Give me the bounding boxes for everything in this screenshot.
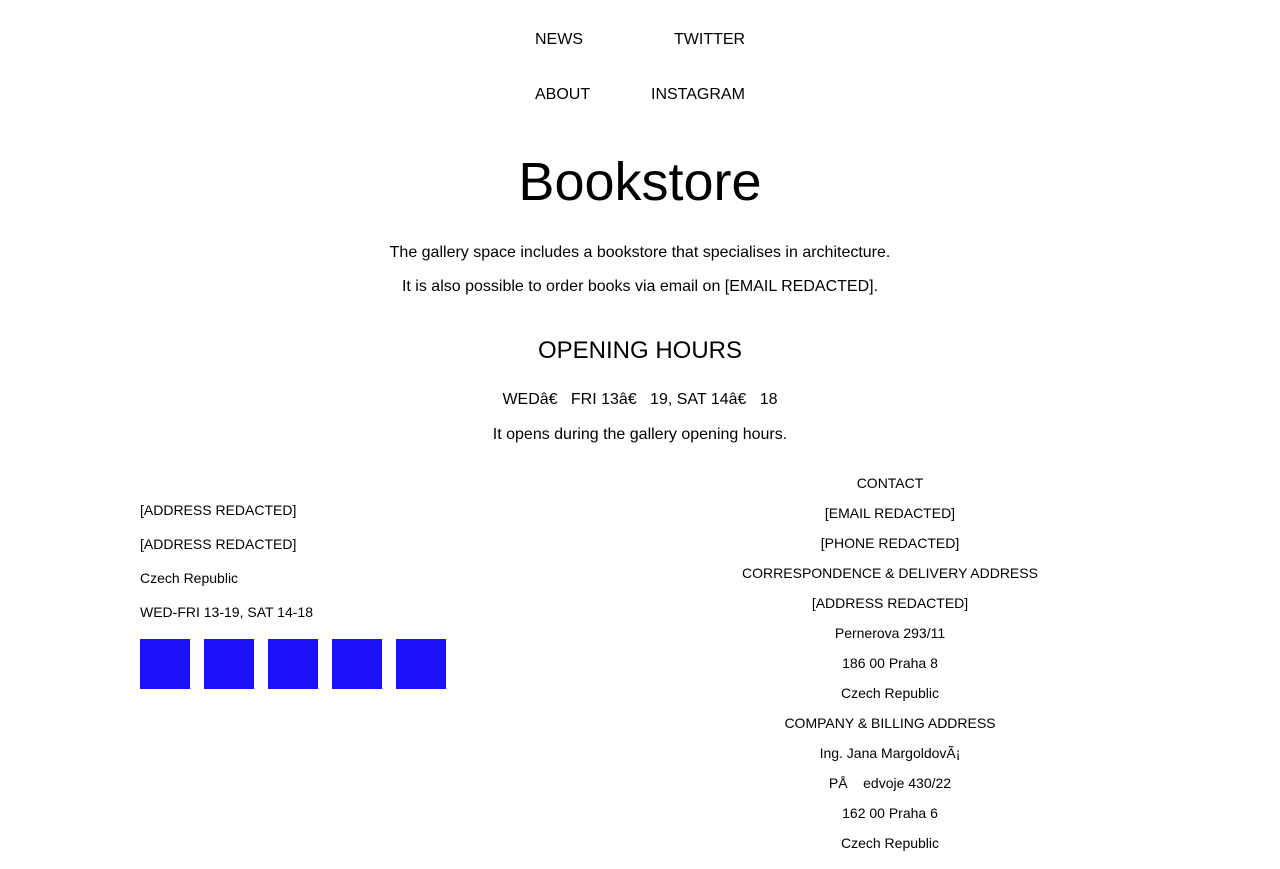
opening-hours-heading: OPENING HOURS [537,337,743,364]
correspondence-city: 186 00 Praha 8 [842,655,938,671]
footer-address-block: [ADDRESS REDACTED] [ADDRESS REDACTED] Cz… [140,502,540,689]
nav-about-link[interactable]: ABOUT [535,85,590,105]
billing-name: Ing. Jana MargoldovÃ¡ [819,745,961,761]
contact-phone[interactable]: [PHONE REDACTED] [640,534,1140,564]
footer-contact-block: CONTACT [EMAIL REDACTED] [PHONE REDACTED… [640,474,1140,864]
social-link-icon[interactable] [396,639,446,689]
correspondence-street: Pernerova 293/11 [834,625,946,641]
correspondence-label: CORRESPONDENCE & DELIVERY ADDRESS [742,565,1038,581]
social-link-icon[interactable] [332,639,382,689]
social-links [140,639,540,689]
opening-hours-note: It opens during the gallery opening hour… [492,426,788,443]
billing-city: 162 00 Praha 6 [842,805,938,821]
intro-text: The gallery space includes a bookstore t… [389,244,891,261]
contact-label: CONTACT [856,475,924,491]
nav-instagram-link[interactable]: INSTAGRAM [651,85,745,105]
footer-country: Czech Republic [140,570,239,586]
correspondence-address: [ADDRESS REDACTED] [811,595,969,611]
billing-country: Czech Republic [840,835,940,851]
billing-street: PÅ edvoje 430/22 [828,775,952,791]
order-info-text: It is also possible to order books via e… [401,278,879,295]
nav-news-link[interactable]: NEWS [535,30,583,50]
social-link-icon[interactable] [204,639,254,689]
nav-twitter-link[interactable]: TWITTER [674,30,745,50]
opening-hours-text: WEDâ€ FRI 13â€ 19, SAT 14â€ 18 [502,391,778,408]
page-title: Bookstore [518,152,762,212]
main-nav: NEWS TWITTER ABOUT INSTAGRAM [535,30,755,110]
social-link-icon[interactable] [140,639,190,689]
billing-label: COMPANY & BILLING ADDRESS [784,715,996,731]
footer-address-line: [ADDRESS REDACTED] [140,502,297,518]
social-link-icon[interactable] [268,639,318,689]
correspondence-country: Czech Republic [840,685,940,701]
footer-address-line: [ADDRESS REDACTED] [140,536,297,552]
footer-hours: WED-FRI 13-19, SAT 14-18 [140,604,313,620]
contact-email[interactable]: [EMAIL REDACTED] [640,504,1140,534]
